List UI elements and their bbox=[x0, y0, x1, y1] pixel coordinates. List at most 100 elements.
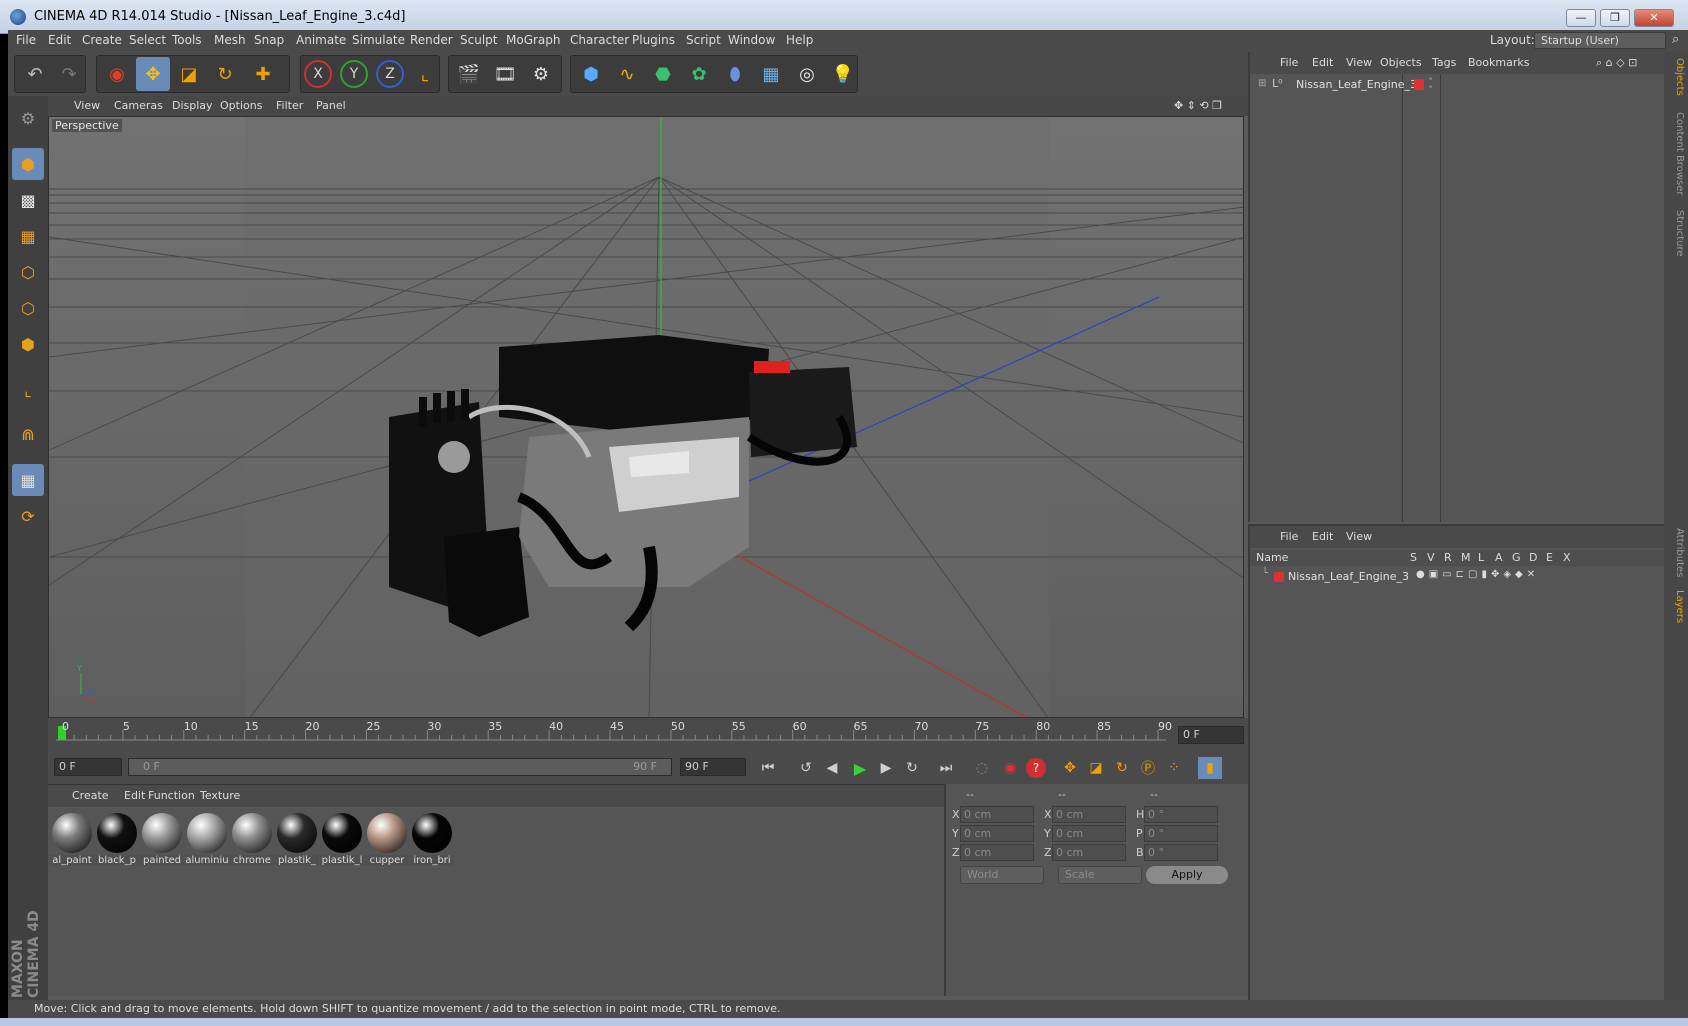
object-menu-tags[interactable]: Tags bbox=[1432, 56, 1456, 69]
go-to-end-icon[interactable]: ⏭ bbox=[934, 757, 958, 779]
layer-name[interactable]: Nissan_Leaf_Engine_3 bbox=[1288, 570, 1409, 583]
live-selection-icon[interactable]: ◉ bbox=[100, 57, 134, 91]
material-swatch[interactable]: aluminiu bbox=[185, 811, 229, 866]
go-to-start-icon[interactable]: ⏮ bbox=[756, 757, 780, 779]
coord-value-field[interactable]: 0 cm bbox=[1052, 825, 1126, 842]
rotation-track-icon[interactable]: ↻ bbox=[1110, 757, 1134, 779]
coord-value-field[interactable]: 0 ° bbox=[1144, 844, 1218, 861]
model-mode-icon[interactable]: ⬢ bbox=[12, 148, 44, 180]
render-view-icon[interactable]: 🎬 bbox=[452, 57, 486, 91]
menu-snap[interactable]: Snap bbox=[254, 33, 284, 47]
menu-simulate[interactable]: Simulate bbox=[352, 33, 405, 47]
menu-animate[interactable]: Animate bbox=[296, 33, 346, 47]
points-mode-icon[interactable]: ⬡ bbox=[12, 256, 44, 288]
layer-color-swatch[interactable] bbox=[1274, 572, 1284, 582]
menu-file[interactable]: File bbox=[16, 33, 36, 47]
object-menu-view[interactable]: View bbox=[1346, 56, 1372, 69]
object-menu-objects[interactable]: Objects bbox=[1380, 56, 1422, 69]
apply-button[interactable]: Apply bbox=[1146, 866, 1228, 884]
material-swatch[interactable]: painted bbox=[140, 811, 184, 866]
object-menu-bookmarks[interactable]: Bookmarks bbox=[1468, 56, 1529, 69]
axis-mode-icon[interactable]: ⌞ bbox=[12, 374, 44, 406]
object-name[interactable]: Nissan_Leaf_Engine_3 bbox=[1296, 78, 1417, 91]
z-axis-lock-icon[interactable]: Z bbox=[376, 60, 404, 88]
layer-column-s[interactable]: S bbox=[1410, 551, 1417, 564]
cube-object-icon[interactable]: ⬢ bbox=[574, 57, 608, 91]
side-tab-attributes[interactable]: Attributes bbox=[1667, 528, 1685, 577]
menu-window[interactable]: Window bbox=[728, 33, 775, 47]
point-level-animation-icon[interactable]: ⁘ bbox=[1162, 757, 1186, 779]
side-tab-objects[interactable]: Objects bbox=[1667, 58, 1685, 96]
object-row[interactable]: ⊞ L⁰ Nissan_Leaf_Engine_3 • • bbox=[1258, 76, 1658, 94]
coord-value-field[interactable]: 0 cm bbox=[960, 844, 1034, 861]
move-tool-icon[interactable]: ✥ bbox=[136, 57, 170, 91]
next-frame-icon[interactable]: ▶ bbox=[874, 757, 898, 779]
next-key-icon[interactable]: ↻ bbox=[900, 757, 924, 779]
object-panel-search-icon[interactable]: ⌕ ⌂ ◇ ⊡ bbox=[1596, 56, 1637, 70]
material-menu-create[interactable]: Create bbox=[72, 789, 109, 802]
material-menu-texture[interactable]: Texture bbox=[200, 789, 240, 802]
material-swatch[interactable]: iron_bri bbox=[410, 811, 454, 866]
render-picture-viewer-icon[interactable]: 🎞 bbox=[488, 57, 522, 91]
scale-track-icon[interactable]: ◪ bbox=[1084, 757, 1108, 779]
object-menu-file[interactable]: File bbox=[1280, 56, 1298, 69]
layer-column-r[interactable]: R bbox=[1444, 551, 1452, 564]
menu-create[interactable]: Create bbox=[82, 33, 122, 47]
spline-icon[interactable]: ∿ bbox=[610, 57, 644, 91]
nurbs-icon[interactable]: ⬣ bbox=[646, 57, 680, 91]
coordinate-system-icon[interactable]: ⌞ bbox=[408, 57, 442, 91]
viewport-navigation-icons[interactable]: ✥ ⇕ ⟲ ❐ bbox=[1174, 99, 1222, 112]
array-icon[interactable]: ✿ bbox=[682, 57, 716, 91]
menu-edit[interactable]: Edit bbox=[48, 33, 71, 47]
deformer-icon[interactable]: ⬮ bbox=[718, 57, 752, 91]
layer-menu-view[interactable]: View bbox=[1346, 530, 1372, 543]
parameter-track-icon[interactable]: Ⓟ bbox=[1136, 757, 1160, 779]
layer-column-name[interactable]: Name bbox=[1256, 551, 1288, 564]
coordinate-mode-dropdown[interactable]: World bbox=[960, 866, 1044, 884]
redo-icon[interactable]: ↷ bbox=[52, 57, 86, 91]
scale-tool-icon[interactable]: ◪ bbox=[172, 57, 206, 91]
play-icon[interactable]: ▶ bbox=[848, 757, 872, 779]
x-axis-lock-icon[interactable]: X bbox=[304, 60, 332, 88]
polygons-mode-icon[interactable]: ⬢ bbox=[12, 328, 44, 360]
undo-icon[interactable]: ↶ bbox=[18, 57, 52, 91]
light-icon[interactable]: 💡 bbox=[826, 57, 860, 91]
end-frame-field[interactable]: 90 F bbox=[680, 758, 746, 776]
minimize-button[interactable]: — bbox=[1566, 9, 1596, 27]
material-swatch[interactable]: chrome bbox=[230, 811, 274, 866]
previous-key-icon[interactable]: ↺ bbox=[794, 757, 818, 779]
workplane-mode-icon[interactable]: ▦ bbox=[12, 220, 44, 252]
planar-workplane-icon[interactable]: ⟳ bbox=[12, 500, 44, 532]
viewport-menu-cameras[interactable]: Cameras bbox=[114, 99, 163, 112]
menu-script[interactable]: Script bbox=[686, 33, 721, 47]
layer-column-x[interactable]: X bbox=[1563, 551, 1571, 564]
previous-frame-icon[interactable]: ◀ bbox=[820, 757, 844, 779]
menu-render[interactable]: Render bbox=[410, 33, 453, 47]
side-tab-content-browser[interactable]: Content Browser bbox=[1667, 112, 1685, 195]
layer-column-v[interactable]: V bbox=[1427, 551, 1435, 564]
position-track-icon[interactable]: ✥ bbox=[1058, 757, 1082, 779]
material-swatch[interactable]: cupper bbox=[365, 811, 409, 866]
texture-mode-icon[interactable]: ▩ bbox=[12, 184, 44, 216]
viewport-menu-view[interactable]: View bbox=[74, 99, 100, 112]
record-keys-icon[interactable]: ◌ bbox=[970, 757, 994, 779]
scale-mode-dropdown[interactable]: Scale bbox=[1058, 866, 1142, 884]
workplane-lock-icon[interactable]: ▦ bbox=[12, 464, 44, 496]
coord-value-field[interactable]: 0 ° bbox=[1144, 806, 1218, 823]
menu-plugins[interactable]: Plugins bbox=[632, 33, 675, 47]
autokey-icon[interactable]: ◉ bbox=[998, 757, 1022, 779]
recent-tool-icon[interactable]: ✚ bbox=[246, 57, 280, 91]
rotate-tool-icon[interactable]: ↻ bbox=[208, 57, 242, 91]
expand-icon[interactable]: ⊞ bbox=[1258, 78, 1266, 89]
camera-icon[interactable]: ◎ bbox=[790, 57, 824, 91]
menu-help[interactable]: Help bbox=[786, 33, 813, 47]
menu-sculpt[interactable]: Sculpt bbox=[460, 33, 497, 47]
search-icon[interactable]: ⌕ bbox=[1672, 32, 1679, 47]
viewport-menu-filter[interactable]: Filter bbox=[276, 99, 303, 112]
coord-value-field[interactable]: 0 cm bbox=[960, 806, 1034, 823]
layer-toggle-icons[interactable]: ●▣▭⊏▢▮✥◈◆✕ bbox=[1416, 569, 1539, 580]
layer-row[interactable]: └ Nissan_Leaf_Engine_3 ●▣▭⊏▢▮✥◈◆✕ bbox=[1258, 568, 1658, 586]
frame-range-slider[interactable]: 0 F 90 F bbox=[128, 758, 672, 776]
material-menu-edit[interactable]: Edit bbox=[124, 789, 145, 802]
layer-column-m[interactable]: M bbox=[1461, 551, 1471, 564]
